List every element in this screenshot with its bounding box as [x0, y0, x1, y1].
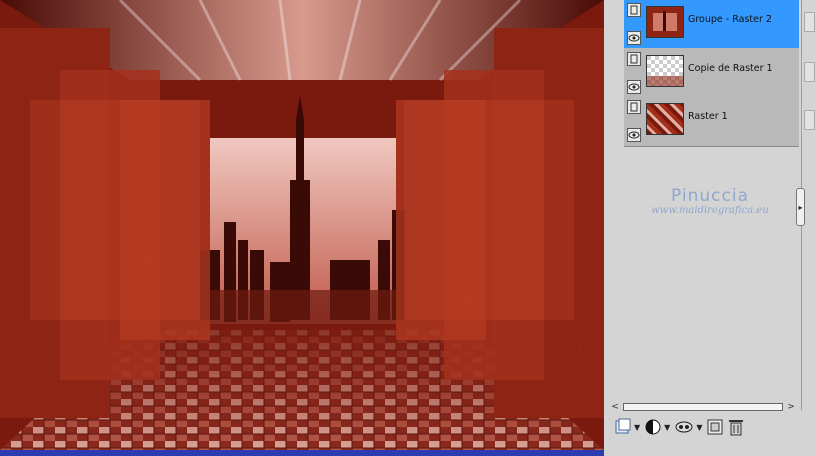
watermark-name: Pinuccia [671, 186, 749, 206]
layer-properties-icon [707, 419, 723, 435]
layer-row-raster-1[interactable]: Raster 1 [624, 97, 799, 145]
chevron-down-icon[interactable]: ▼ [634, 423, 640, 432]
chevron-down-icon[interactable]: ▼ [664, 423, 670, 432]
scroll-left-icon[interactable]: < [610, 402, 620, 412]
new-layer-icon [615, 418, 631, 434]
layer-option-button[interactable] [804, 110, 815, 130]
layer-row-copie-de-raster-1[interactable]: Copie de Raster 1 [624, 49, 799, 97]
eye-icon[interactable] [627, 128, 641, 142]
mask-button[interactable]: ▼ [674, 418, 702, 436]
panel-collapse-handle[interactable]: ▸ [796, 188, 805, 226]
layer-thumbnail [646, 6, 684, 38]
layers-toolbar: ▼ ▼ ▼ [614, 416, 814, 438]
mask-icon [675, 421, 693, 433]
scroll-right-icon[interactable]: > [786, 402, 796, 412]
delete-layer-icon [729, 420, 744, 436]
layer-row-groupe-raster-2[interactable]: Groupe - Raster 2 [624, 0, 799, 48]
layer-properties-button[interactable] [706, 418, 724, 436]
watermark: Pinuccia www.maidiregrafica.eu [604, 186, 816, 216]
layer-option-button[interactable] [804, 62, 815, 82]
canvas-artwork [0, 0, 604, 450]
layer-name: Copie de Raster 1 [688, 63, 773, 74]
layer-name: Groupe - Raster 2 [688, 14, 772, 25]
horizontal-scrollbar[interactable]: < > [610, 400, 796, 414]
layers-panel: Groupe - Raster 2 Copie de Raster 1 Rast… [604, 0, 816, 456]
layer-thumbnail [646, 103, 684, 135]
layer-link-icon[interactable] [627, 52, 641, 66]
canvas-bottom-strip [0, 450, 604, 456]
watermark-url: www.maidiregrafica.eu [651, 205, 769, 216]
layer-option-button[interactable] [804, 12, 815, 32]
panel-side-strip: ▸ [796, 0, 816, 410]
chevron-down-icon[interactable]: ▼ [696, 423, 702, 432]
layers-list: Groupe - Raster 2 Copie de Raster 1 Rast… [624, 0, 799, 147]
eye-icon[interactable] [627, 31, 641, 45]
adjustment-layer-button[interactable]: ▼ [644, 418, 670, 436]
adjustment-layer-icon [645, 419, 661, 435]
layer-link-icon[interactable] [627, 100, 641, 114]
delete-layer-button[interactable] [728, 418, 744, 436]
layer-name: Raster 1 [688, 111, 728, 122]
layer-thumbnail [646, 55, 684, 87]
new-layer-button[interactable]: ▼ [614, 418, 640, 436]
eye-icon[interactable] [627, 80, 641, 94]
image-canvas[interactable] [0, 0, 604, 450]
scroll-track[interactable] [623, 403, 783, 411]
layer-link-icon[interactable] [627, 3, 641, 17]
